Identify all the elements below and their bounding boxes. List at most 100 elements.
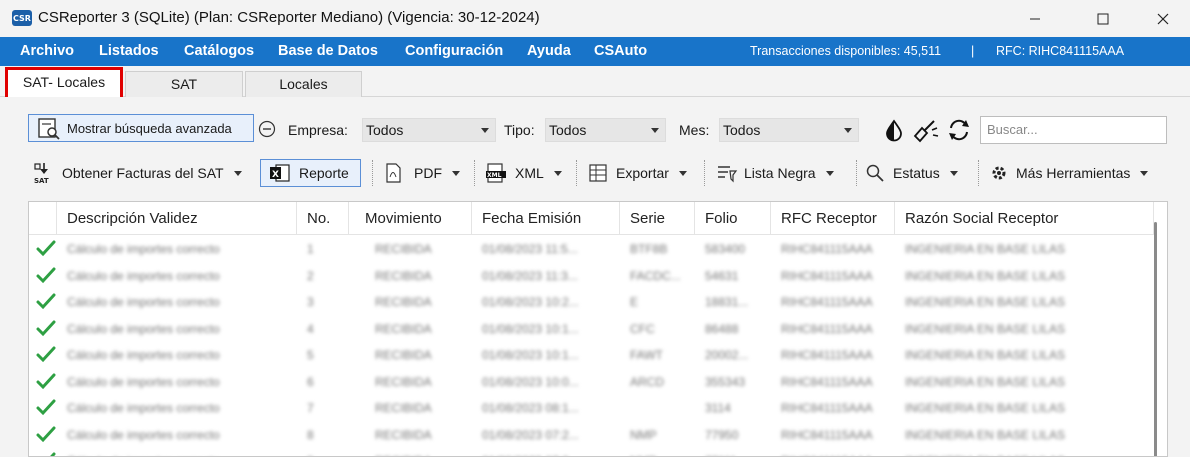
xml-button[interactable]: XML XML bbox=[485, 160, 562, 186]
table-cell: RIHC841115AAA bbox=[781, 374, 873, 389]
column-header-status[interactable] bbox=[29, 202, 57, 235]
contrast-icon[interactable] bbox=[882, 118, 906, 142]
empresa-select[interactable]: Todos bbox=[362, 118, 496, 142]
menu-catalogos[interactable]: Catálogos bbox=[184, 43, 254, 59]
menu-base-de-datos[interactable]: Base de Datos bbox=[278, 43, 378, 59]
estatus-label: Estatus bbox=[893, 165, 940, 181]
exportar-button[interactable]: Exportar bbox=[588, 160, 687, 186]
table-cell: Cálculo de importes correcto bbox=[67, 374, 220, 389]
refresh-icon[interactable] bbox=[946, 117, 972, 143]
column-header-fecha[interactable]: Fecha Emisión bbox=[472, 202, 620, 235]
menu-ayuda[interactable]: Ayuda bbox=[527, 43, 571, 59]
advanced-search-button[interactable]: Mostrar búsqueda avanzada bbox=[28, 114, 254, 142]
valid-check-icon bbox=[36, 320, 56, 336]
table-cell: 4 bbox=[307, 321, 314, 336]
vertical-scrollbar[interactable] bbox=[1154, 222, 1157, 456]
chevron-down-icon bbox=[233, 170, 242, 176]
menu-listados[interactable]: Listados bbox=[99, 43, 159, 59]
menu-configuracion[interactable]: Configuración bbox=[405, 43, 503, 59]
mas-herramientas-label: Más Herramientas bbox=[1016, 165, 1131, 181]
table-cell: 7 bbox=[307, 401, 314, 415]
search-input[interactable]: Buscar... bbox=[980, 116, 1167, 144]
table-row[interactable]: Cálculo de importes correcto 6 RECIBIDA 01/… bbox=[29, 369, 1154, 396]
exportar-label: Exportar bbox=[616, 165, 669, 181]
reporte-button[interactable]: X Reporte bbox=[260, 159, 361, 187]
table-row[interactable]: Cálculo de importes correcto 3 RECIBIDA 01/… bbox=[29, 289, 1154, 316]
tab-sat-locales[interactable]: SAT- Locales bbox=[5, 67, 123, 100]
lista-negra-button[interactable]: Lista Negra bbox=[716, 160, 834, 186]
toolbar-separator bbox=[474, 160, 476, 186]
status-search-icon bbox=[866, 164, 884, 182]
table-cell: CFC bbox=[630, 321, 655, 336]
maximize-icon bbox=[1097, 13, 1109, 24]
pdf-button[interactable]: PDF bbox=[384, 160, 460, 186]
table-cell: 8 bbox=[307, 427, 314, 442]
table-cell: 18831... bbox=[705, 295, 749, 309]
valid-check-icon bbox=[36, 267, 56, 283]
table-row[interactable]: Cálculo de importes correcto 7 RECIBIDA 01/… bbox=[29, 395, 1154, 422]
mas-herramientas-button[interactable]: Más Herramientas bbox=[988, 160, 1149, 186]
column-header-serie[interactable]: Serie bbox=[620, 202, 695, 235]
tab-sat[interactable]: SAT bbox=[125, 71, 243, 97]
collapse-circle-icon[interactable] bbox=[258, 120, 276, 138]
tipo-select[interactable]: Todos bbox=[545, 118, 666, 142]
table-cell: BTF8B bbox=[630, 242, 668, 256]
table-cell: FACDC... bbox=[630, 268, 681, 283]
table-cell: RIHC841115AAA bbox=[781, 321, 873, 336]
close-icon bbox=[1157, 13, 1169, 24]
table-row[interactable]: Cálculo de importes correcto 1 RECIBIDA 01/… bbox=[29, 236, 1154, 263]
mes-label: Mes: bbox=[679, 122, 710, 138]
table-row[interactable]: Cálculo de importes correcto 4 RECIBIDA 01/… bbox=[29, 316, 1154, 343]
clean-brush-icon[interactable] bbox=[912, 116, 940, 144]
column-header-descripcion[interactable]: Descripción Validez bbox=[57, 202, 297, 235]
menu-csauto[interactable]: CSAuto bbox=[594, 43, 647, 59]
table-cell: 54631 bbox=[705, 268, 739, 283]
invoices-table[interactable]: Descripción Validez No. Movimiento Fecha… bbox=[28, 201, 1168, 457]
mes-select[interactable]: Todos bbox=[719, 118, 859, 142]
table-cell: 20002... bbox=[705, 348, 749, 362]
svg-text:X: X bbox=[272, 170, 279, 180]
tab-locales[interactable]: Locales bbox=[245, 71, 362, 97]
table-cell: INGENIERIA EN BASE LILAS bbox=[905, 268, 1066, 283]
advanced-search-label: Mostrar búsqueda avanzada bbox=[67, 120, 232, 136]
table-cell: Cálculo de importes correcto bbox=[67, 268, 220, 283]
table-row[interactable]: Cálculo de importes correcto 8 RECIBIDA 01/… bbox=[29, 422, 1154, 449]
table-cell: RECIBIDA bbox=[375, 268, 432, 283]
minimize-icon bbox=[1030, 18, 1040, 19]
table-cell: E bbox=[630, 295, 639, 309]
empresa-label: Empresa: bbox=[288, 122, 348, 138]
maximize-button[interactable] bbox=[1080, 0, 1126, 37]
column-header-no[interactable]: No. bbox=[297, 202, 349, 235]
table-cell: 01/08/2023 11:5... bbox=[482, 242, 578, 256]
estatus-button[interactable]: Estatus bbox=[865, 160, 958, 186]
valid-check-icon bbox=[36, 426, 56, 442]
chevron-down-icon bbox=[678, 170, 687, 176]
table-cell: 355343 bbox=[705, 374, 746, 389]
close-button[interactable] bbox=[1140, 0, 1186, 37]
column-header-folio[interactable]: Folio bbox=[695, 202, 771, 235]
tools-gear-icon bbox=[992, 166, 1006, 180]
menu-separator: | bbox=[971, 44, 975, 58]
table-row[interactable]: Cálculo de importes correcto 2 RECIBIDA 01/… bbox=[29, 263, 1154, 290]
obtener-facturas-button[interactable]: SAT Obtener Facturas del SAT bbox=[32, 160, 242, 186]
svg-text:SAT: SAT bbox=[34, 177, 49, 185]
table-cell: 01/08/2023 10:0... bbox=[482, 374, 579, 389]
tipo-value: Todos bbox=[549, 122, 587, 138]
chevron-down-icon bbox=[1140, 170, 1149, 176]
table-cell: INGENIERIA EN BASE LILAS bbox=[905, 321, 1066, 336]
column-header-razon-social[interactable]: Razón Social Receptor bbox=[895, 202, 1154, 235]
pdf-label: PDF bbox=[414, 165, 442, 181]
reporte-label: Reporte bbox=[299, 165, 349, 181]
chevron-down-icon bbox=[481, 128, 489, 133]
chevron-down-icon bbox=[651, 128, 659, 133]
column-header-rfc-receptor[interactable]: RFC Receptor bbox=[771, 202, 895, 235]
table-cell: RECIBIDA bbox=[375, 242, 432, 256]
table-row[interactable]: Cálculo de importes correcto 5 RECIBIDA 01/… bbox=[29, 342, 1154, 369]
table-row[interactable]: Cálculo de importes correcto9RECIBIDA01/… bbox=[29, 448, 1154, 456]
menu-archivo[interactable]: Archivo bbox=[20, 43, 74, 59]
chevron-down-icon bbox=[825, 170, 834, 176]
xml-file-icon: XML bbox=[486, 163, 506, 183]
minimize-button[interactable] bbox=[1012, 0, 1058, 37]
column-header-movimiento[interactable]: Movimiento bbox=[349, 202, 472, 235]
table-cell: INGENIERIA EN BASE LILAS bbox=[905, 401, 1066, 415]
